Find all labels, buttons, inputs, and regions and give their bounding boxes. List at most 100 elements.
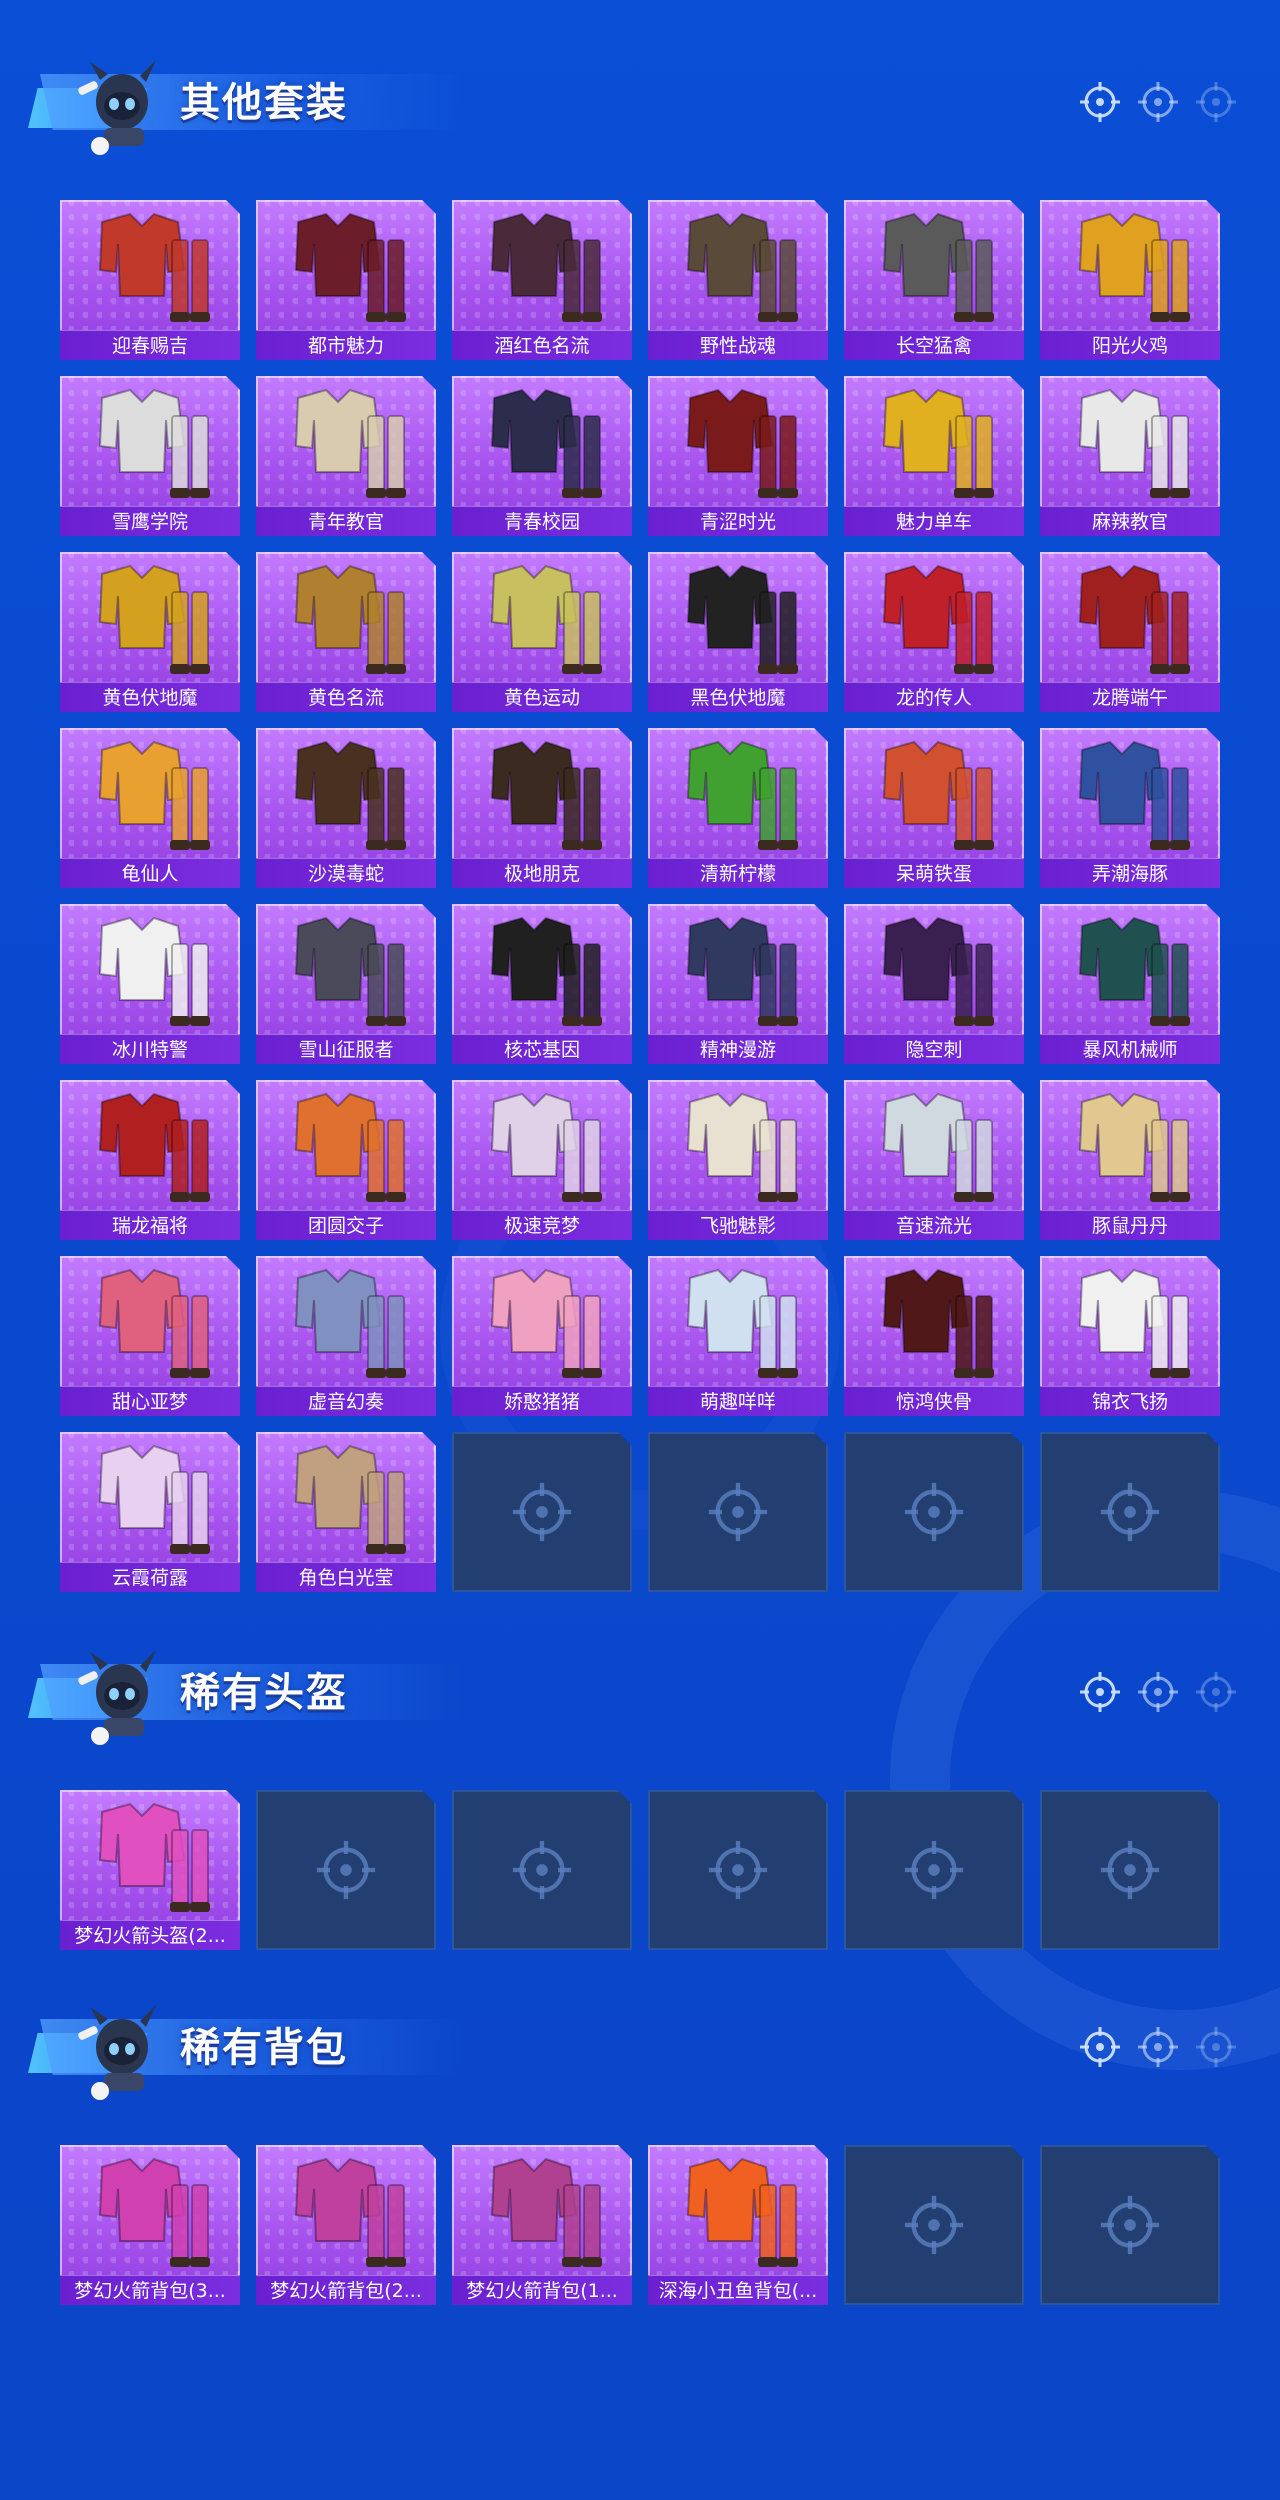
item-card[interactable]: 冰川特警: [60, 904, 240, 1064]
mascot-icon: [60, 1995, 170, 2105]
item-image: [844, 1080, 1024, 1210]
item-card[interactable]: 雪山征服者: [256, 904, 436, 1064]
item-card[interactable]: 都市魅力: [256, 200, 436, 360]
item-card[interactable]: 娇憨猪猪: [452, 1256, 632, 1416]
item-card[interactable]: 云霞荷露: [60, 1432, 240, 1592]
crosshair-icon: [510, 1838, 574, 1902]
item-card[interactable]: 黄色名流: [256, 552, 436, 712]
item-image: [1040, 728, 1220, 858]
item-label: 青涩时光: [648, 506, 828, 536]
item-label: 虚音幻奏: [256, 1386, 436, 1416]
item-card[interactable]: 魅力单车: [844, 376, 1024, 536]
item-card[interactable]: 豚鼠丹丹: [1040, 1080, 1220, 1240]
item-card[interactable]: 极速竞梦: [452, 1080, 632, 1240]
header-target-icons: [1078, 2025, 1238, 2069]
item-label: 黑色伏地魔: [648, 682, 828, 712]
item-card[interactable]: 极地朋克: [452, 728, 632, 888]
item-image: [1040, 1080, 1220, 1210]
item-image: [648, 2145, 828, 2275]
item-card[interactable]: 酒红色名流: [452, 200, 632, 360]
item-card[interactable]: 长空猛禽: [844, 200, 1024, 360]
item-image: [648, 200, 828, 330]
item-label: 沙漠毒蛇: [256, 858, 436, 888]
item-image: [60, 904, 240, 1034]
empty-slot: [648, 1432, 828, 1592]
empty-slot: [844, 1432, 1024, 1592]
item-image: [844, 200, 1024, 330]
item-card[interactable]: 梦幻火箭背包(2...: [256, 2145, 436, 2305]
header-target-icons: [1078, 1670, 1238, 1714]
item-card[interactable]: 瑞龙福将: [60, 1080, 240, 1240]
item-card[interactable]: 萌趣咩咩: [648, 1256, 828, 1416]
section-title: 稀有头盔: [180, 1670, 348, 1716]
item-label: 深海小丑鱼背包(...: [648, 2275, 828, 2305]
item-label: 角色白光莹: [256, 1562, 436, 1592]
item-label: 隐空刺: [844, 1034, 1024, 1064]
item-card[interactable]: 呆萌铁蛋: [844, 728, 1024, 888]
item-image: [60, 1790, 240, 1920]
item-card[interactable]: 龙腾端午: [1040, 552, 1220, 712]
item-image: [60, 1080, 240, 1210]
item-card[interactable]: 梦幻火箭背包(3...: [60, 2145, 240, 2305]
item-card[interactable]: 青春校园: [452, 376, 632, 536]
item-card[interactable]: 核芯基因: [452, 904, 632, 1064]
item-card[interactable]: 弄潮海豚: [1040, 728, 1220, 888]
item-image: [256, 200, 436, 330]
item-label: 魅力单车: [844, 506, 1024, 536]
item-card[interactable]: 精神漫游: [648, 904, 828, 1064]
item-card[interactable]: 麻辣教官: [1040, 376, 1220, 536]
item-label: 雪山征服者: [256, 1034, 436, 1064]
item-image: [60, 728, 240, 858]
item-card[interactable]: 音速流光: [844, 1080, 1024, 1240]
item-card[interactable]: 隐空刺: [844, 904, 1024, 1064]
item-label: 精神漫游: [648, 1034, 828, 1064]
item-label: 核芯基因: [452, 1034, 632, 1064]
item-image: [1040, 1256, 1220, 1386]
crosshair-icon: [510, 1480, 574, 1544]
item-label: 弄潮海豚: [1040, 858, 1220, 888]
item-card[interactable]: 迎春赐吉: [60, 200, 240, 360]
item-card[interactable]: 梦幻火箭头盔(2...: [60, 1790, 240, 1950]
item-image: [256, 2145, 436, 2275]
item-card[interactable]: 黄色运动: [452, 552, 632, 712]
item-card[interactable]: 梦幻火箭背包(1...: [452, 2145, 632, 2305]
crosshair-icon: [706, 1838, 770, 1902]
empty-slot: [1040, 1790, 1220, 1950]
item-card[interactable]: 黄色伏地魔: [60, 552, 240, 712]
item-label: 青年教官: [256, 506, 436, 536]
item-card[interactable]: 黑色伏地魔: [648, 552, 828, 712]
item-label: 梦幻火箭背包(1...: [452, 2275, 632, 2305]
item-label: 长空猛禽: [844, 330, 1024, 360]
item-card[interactable]: 雪鹰学院: [60, 376, 240, 536]
item-image: [1040, 200, 1220, 330]
item-card[interactable]: 青涩时光: [648, 376, 828, 536]
item-card[interactable]: 甜心亚梦: [60, 1256, 240, 1416]
item-image: [1040, 904, 1220, 1034]
item-card[interactable]: 沙漠毒蛇: [256, 728, 436, 888]
crosshair-icon: [902, 1838, 966, 1902]
item-grid: 梦幻火箭背包(3... 梦幻火箭背包(2... 梦幻火箭背包(1... 深海小丑鱼背包…: [60, 2145, 1222, 2305]
item-card[interactable]: 清新柠檬: [648, 728, 828, 888]
item-card[interactable]: 飞驰魅影: [648, 1080, 828, 1240]
item-card[interactable]: 惊鸿侠骨: [844, 1256, 1024, 1416]
item-label: 黄色运动: [452, 682, 632, 712]
item-card[interactable]: 锦衣飞扬: [1040, 1256, 1220, 1416]
item-card[interactable]: 团圆交子: [256, 1080, 436, 1240]
empty-slot: [452, 1432, 632, 1592]
item-card[interactable]: 角色白光莹: [256, 1432, 436, 1592]
header-target-icons: [1078, 80, 1238, 124]
item-label: 甜心亚梦: [60, 1386, 240, 1416]
item-card[interactable]: 虚音幻奏: [256, 1256, 436, 1416]
item-card[interactable]: 青年教官: [256, 376, 436, 536]
item-card[interactable]: 暴风机械师: [1040, 904, 1220, 1064]
item-label: 飞驰魅影: [648, 1210, 828, 1240]
item-card[interactable]: 野性战魂: [648, 200, 828, 360]
item-image: [648, 1080, 828, 1210]
item-card[interactable]: 龟仙人: [60, 728, 240, 888]
item-card[interactable]: 龙的传人: [844, 552, 1024, 712]
item-image: [844, 552, 1024, 682]
item-card[interactable]: 深海小丑鱼背包(...: [648, 2145, 828, 2305]
item-image: [60, 1432, 240, 1562]
item-image: [256, 1256, 436, 1386]
item-card[interactable]: 阳光火鸡: [1040, 200, 1220, 360]
